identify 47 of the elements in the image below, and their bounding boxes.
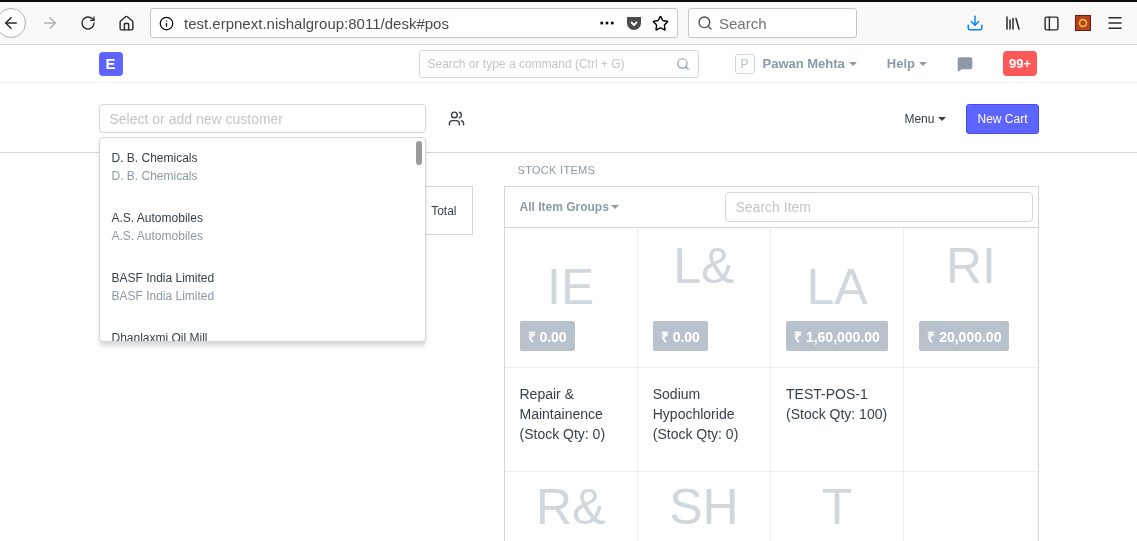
price-tag: ₹ 20,000.00 [919,321,1010,351]
new-cart-button[interactable]: New Cart [966,103,1039,134]
home-icon [117,14,135,32]
customers-icon[interactable] [447,110,465,127]
browser-search-field[interactable]: Search [688,8,857,38]
pocket-icon[interactable] [626,15,642,31]
help-menu[interactable]: Help [886,56,928,71]
item-search-field[interactable]: Search Item [724,192,1033,222]
search-icon [675,56,690,71]
item-name: Sodium Hypochloride (Stock Qty: 0) [652,385,740,444]
section-title: STOCK ITEMS [516,163,597,178]
search-placeholder: Search or type a command (Ctrl + G) [427,56,625,71]
user-avatar: P [734,53,755,74]
library-icon [1004,14,1022,32]
address-bar[interactable]: test.erpnext.nishalgroup:8011/desk#pos [150,8,678,38]
reload-icon [80,15,96,31]
item-card[interactable]: Repair & Maintainence (Stock Qty: 0) [504,368,638,472]
price-tag: ₹ 0.00 [652,321,708,351]
menu-dropdown[interactable]: Menu [898,110,953,127]
item-card[interactable]: Sodium Hypochloride (Stock Qty: 0) [637,368,771,472]
user-menu[interactable]: Pawan Mehta [762,56,857,71]
price-tag: ₹ 0.00 [519,321,575,351]
url-text: test.erpnext.nishalgroup:8011/desk#pos [184,14,450,32]
scrollbar-thumb[interactable] [415,141,422,165]
price-tag: ₹ 1,60,000.00 [786,321,888,351]
item-card[interactable]: TEST-POS-1 (Stock Qty: 100) [771,368,905,472]
chat-icon[interactable] [957,55,974,72]
customer-field[interactable]: Select or add new customer [98,104,426,133]
column-header: Total [431,203,457,218]
app-logo[interactable]: E [98,51,123,76]
menu-icon [1106,14,1124,32]
info-icon [159,15,174,31]
notifications-badge[interactable]: 99+ [1003,51,1038,76]
extension-icon[interactable] [1075,15,1091,31]
search-icon [697,15,713,31]
forward-arrow-icon [41,14,59,32]
item-name: TEST-POS-1 (Stock Qty: 100) [786,385,889,424]
item-group-filter[interactable]: All Item Groups [519,200,619,214]
customer-option[interactable]: D. B. Chemicals D. B. Chemicals [99,151,425,211]
item-name: Repair & Maintainence (Stock Qty: 0) [519,385,607,444]
sidebar-icon [1042,14,1060,32]
bookmark-star-icon[interactable] [652,14,669,32]
search-placeholder: Search [719,14,767,32]
customer-option[interactable]: BASF India Limited BASF India Limited [99,271,425,331]
back-button[interactable] [0,8,26,38]
download-icon [966,14,984,32]
customer-option[interactable]: A.S. Automobiles A.S. Automobiles [99,211,425,271]
